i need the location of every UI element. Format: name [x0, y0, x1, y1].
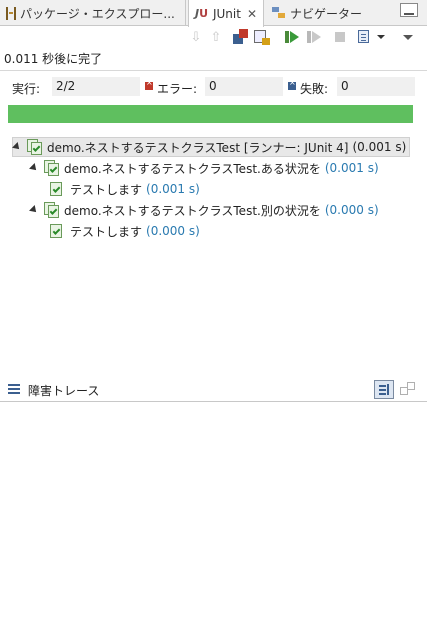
errors-value: 0 — [205, 77, 283, 96]
tree-node-label: demo.ネストするテストクラスTest.ある状況を — [64, 161, 321, 176]
tree-node-time: (0.001 s) — [324, 161, 379, 175]
test-suite-success-icon — [44, 160, 60, 176]
expand-toggle-icon[interactable] — [29, 163, 39, 173]
package-explorer-icon — [6, 6, 16, 20]
errors-label: エラー: — [157, 82, 198, 96]
tree-node-time: (0.001 s) — [352, 140, 407, 154]
failure-trace-header: 障害トレース — [0, 378, 427, 402]
tree-node-label: テストします — [70, 182, 143, 197]
tree-node-time: (0.000 s) — [146, 224, 200, 238]
tree-node-test[interactable]: テストします (0.001 s) — [48, 179, 200, 199]
scroll-lock-icon[interactable] — [254, 29, 270, 45]
runs-value: 2/2 — [52, 77, 140, 96]
next-failure-icon[interactable]: ⇩ — [188, 29, 204, 45]
view-menu-icon[interactable] — [402, 29, 414, 45]
tab-navigator[interactable]: ナビゲーター — [266, 0, 396, 26]
tree-node-time: (0.001 s) — [146, 182, 200, 196]
status-message: 0.011 秒後に完了 — [4, 52, 103, 66]
test-suite-success-icon — [27, 139, 43, 155]
expand-toggle-icon[interactable] — [29, 205, 39, 215]
test-suite-success-icon — [44, 202, 60, 218]
tree-node-suite[interactable]: demo.ネストするテストクラスTest.ある状況を (0.001 s) — [29, 158, 379, 178]
failure-trace-title: 障害トレース — [28, 384, 100, 398]
test-success-icon — [48, 223, 64, 239]
tree-node-suite[interactable]: demo.ネストするテストクラスTest.別の状況を (0.000 s) — [29, 200, 379, 220]
filter-stack-trace-icon[interactable] — [374, 380, 394, 399]
progress-bar — [8, 105, 413, 123]
tab-package-explorer[interactable]: パッケージ・エクスプロー... — [0, 0, 186, 26]
tab-label: ナビゲーター — [290, 6, 363, 21]
previous-failure-icon[interactable]: ⇧ — [208, 29, 224, 45]
compare-result-icon[interactable] — [398, 381, 416, 398]
junit-toolbar: ⇩ ⇧ — [0, 26, 427, 48]
failures-value: 0 — [337, 77, 415, 96]
test-run-history-icon[interactable] — [356, 29, 372, 45]
failures-label: 失敗: — [300, 82, 329, 96]
stack-trace-icon — [8, 384, 20, 394]
chevron-down-icon[interactable] — [376, 29, 386, 45]
tree-node-label: demo.ネストするテストクラスTest [ランナー: JUnit 4] — [47, 140, 349, 155]
minimize-icon[interactable] — [400, 3, 418, 17]
close-icon[interactable]: ✕ — [247, 7, 257, 21]
tab-label: パッケージ・エクスプロー... — [20, 6, 175, 21]
junit-icon: JU — [195, 7, 209, 20]
navigator-icon — [272, 7, 286, 19]
tree-node-test[interactable]: テストします (0.000 s) — [48, 221, 200, 241]
view-tab-bar: パッケージ・エクスプロー... JU JUnit ✕ ナビゲーター — [0, 0, 427, 27]
tab-label: JUnit — [212, 6, 241, 21]
tab-junit[interactable]: JU JUnit ✕ — [188, 0, 264, 27]
tree-node-label: テストします — [70, 224, 143, 239]
expand-toggle-icon[interactable] — [12, 142, 22, 152]
tree-node-root[interactable]: demo.ネストするテストクラスTest [ランナー: JUnit 4] (0.… — [12, 137, 410, 157]
rerun-test-icon[interactable] — [284, 29, 300, 45]
show-failures-only-icon[interactable] — [232, 29, 248, 45]
tree-node-time: (0.000 s) — [324, 203, 379, 217]
rerun-failed-first-icon[interactable] — [306, 29, 322, 45]
error-icon — [145, 78, 153, 90]
failure-icon — [288, 78, 296, 90]
tree-node-label: demo.ネストするテストクラスTest.別の状況を — [64, 203, 321, 218]
counter-panel: 実行: 2/2 エラー: 0 失敗: 0 — [0, 70, 427, 100]
test-success-icon — [48, 181, 64, 197]
stop-icon[interactable] — [332, 29, 348, 45]
runs-label: 実行: — [12, 82, 41, 96]
